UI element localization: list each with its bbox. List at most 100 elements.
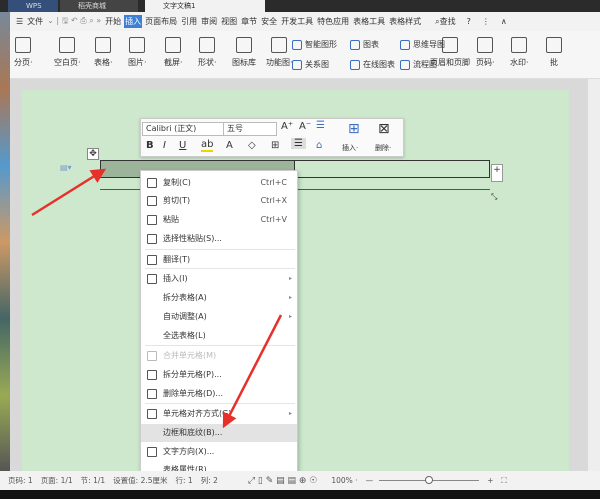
menu-tab-1[interactable]: 插入 <box>124 15 143 28</box>
ribbon-button-1[interactable]: 空白页· <box>54 37 81 68</box>
ribbon-small-button-3[interactable]: 关系图 <box>292 59 329 70</box>
ribbon-button-3[interactable]: 图片· <box>128 37 147 68</box>
ribbon-button-6[interactable]: 图标库 <box>232 37 256 68</box>
ribbon-small-button-1[interactable]: 图表 <box>350 39 379 50</box>
font-select[interactable]: Calibri (正文) <box>142 122 224 136</box>
ribbon-icon <box>292 39 302 50</box>
paste-special-icon <box>147 234 157 244</box>
zoom-select[interactable]: 100% · <box>331 476 357 485</box>
font-color-icon[interactable]: A <box>226 140 233 151</box>
ribbon-button-5[interactable]: 形状· <box>198 37 217 68</box>
ribbon-small-button-0[interactable]: 智能图形 <box>292 39 337 50</box>
delete-table-icon[interactable]: ⊠ <box>378 121 390 137</box>
ribbon-label: 在线图表 <box>363 60 395 69</box>
context-menu-item[interactable]: 复制(C) Ctrl+C <box>141 174 297 192</box>
align-icon[interactable]: ☰ <box>291 138 306 149</box>
line-spacing-icon[interactable]: ☰ <box>316 120 325 131</box>
view-mode-icons[interactable]: ⤢ ▯ ✎ ▤ ▤ ⊕ ☉ <box>248 476 317 486</box>
menu-tab-7[interactable]: 安全 <box>260 15 278 28</box>
menu-item-label: 删除单元格(D)... <box>163 389 224 398</box>
ribbon-small-button-4[interactable]: 在线图表 <box>350 59 395 70</box>
context-menu-item: 合并单元格(M) <box>141 347 297 365</box>
menu-tab-11[interactable]: 表格样式 <box>388 15 422 28</box>
ribbon: 分页· 空白页· 表格· 图片· 截屏· 形状· 图标库 功能图· 页眉和页脚 页码· 水印· 批智能… <box>10 31 600 79</box>
context-menu-item[interactable]: 剪切(T) Ctrl+X <box>141 192 297 210</box>
tab-document[interactable]: 文字文稿1 <box>145 0 265 12</box>
menu-tab-2[interactable]: 页面布局 <box>144 15 178 28</box>
menu-tab-5[interactable]: 视图 <box>220 15 238 28</box>
more-icon[interactable]: ⋮ <box>482 17 490 26</box>
menu-tab-8[interactable]: 开发工具 <box>280 15 314 28</box>
underline-icon[interactable]: U <box>179 140 186 151</box>
vertical-scrollbar[interactable] <box>588 79 600 471</box>
table-move-handle-icon[interactable]: ✥ <box>87 148 99 160</box>
menu-tab-0[interactable]: 开始 <box>104 15 122 28</box>
hamburger-icon[interactable]: ☰ <box>16 17 23 26</box>
ribbon-icon <box>511 37 528 53</box>
shading-icon[interactable]: ◇ <box>248 140 256 151</box>
ribbon-label: 批 <box>550 58 558 67</box>
zoom-in-button[interactable]: + <box>487 476 493 485</box>
context-menu-item[interactable]: 拆分单元格(P)... <box>141 366 297 384</box>
context-menu-item[interactable]: 边框和底纹(B)... <box>141 424 297 442</box>
eraser-icon[interactable]: ⌂ <box>316 140 322 151</box>
menu-item-label: 拆分表格(A) <box>163 293 207 302</box>
ribbon-button-10[interactable]: 水印· <box>510 37 529 68</box>
context-menu-item[interactable]: 单元格对齐方式(G) ▸ <box>141 405 297 423</box>
paragraph-options-icon[interactable]: ▤▾ <box>60 163 72 172</box>
tab-wps[interactable]: WPS <box>8 0 58 12</box>
search-button[interactable]: ⌕查找 <box>435 16 455 27</box>
context-menu-item[interactable]: 插入(I) ▸ <box>141 270 297 288</box>
menu-tab-4[interactable]: 审阅 <box>200 15 218 28</box>
merge-cells-icon <box>147 351 157 361</box>
ribbon-icon <box>292 59 302 70</box>
menu-tab-10[interactable]: 表格工具 <box>352 15 386 28</box>
menu-tab-9[interactable]: 特色应用 <box>316 15 350 28</box>
borders-icon[interactable]: ⊞ <box>271 140 279 151</box>
grow-font-icon[interactable]: A⁺ <box>281 121 293 132</box>
context-menu-item[interactable]: 翻译(T) <box>141 251 297 269</box>
ribbon-label: 截屏· <box>164 58 183 67</box>
ribbon-small-button-2[interactable]: 思维导图 <box>400 39 445 50</box>
context-menu-item[interactable]: 选择性粘贴(S)... <box>141 230 297 248</box>
insert-button[interactable]: 插入· <box>342 143 358 153</box>
zoom-out-button[interactable]: — <box>366 476 374 485</box>
shrink-font-icon[interactable]: A⁻ <box>299 121 311 132</box>
ribbon-button-7[interactable]: 功能图· <box>266 37 293 68</box>
context-menu-item[interactable]: 文字方向(X)... <box>141 443 297 461</box>
font-size-select[interactable]: 五号 <box>223 122 277 136</box>
tab-store[interactable]: 稻壳商城 <box>60 0 138 12</box>
delete-button[interactable]: 删除· <box>375 143 391 153</box>
menu-tab-6[interactable]: 章节 <box>240 15 258 28</box>
italic-icon[interactable]: I <box>163 140 166 151</box>
ribbon-label: 形状· <box>198 58 217 67</box>
bold-icon[interactable]: B <box>146 140 154 151</box>
table-resize-handle-icon[interactable]: ⤡ <box>491 192 497 202</box>
cell-align-icon <box>147 409 157 419</box>
highlight-icon[interactable]: ab <box>201 140 214 152</box>
ribbon-small-button-5[interactable]: 流程图 <box>400 59 437 70</box>
file-menu[interactable]: 文件 <box>26 15 44 28</box>
context-menu-item[interactable]: 删除单元格(D)... <box>141 385 297 403</box>
menu-tab-3[interactable]: 引用 <box>180 15 198 28</box>
context-menu-item[interactable]: 自动调整(A) ▸ <box>141 308 297 326</box>
ribbon-button-9[interactable]: 页码· <box>476 37 495 68</box>
zoom-slider[interactable] <box>379 476 480 484</box>
split-cells-icon <box>147 370 157 380</box>
ribbon-button-4[interactable]: 截屏· <box>164 37 183 68</box>
ribbon-label: 水印· <box>510 58 529 67</box>
context-menu-item[interactable]: 粘贴 Ctrl+V <box>141 211 297 229</box>
submenu-arrow-icon: ▸ <box>288 294 292 301</box>
ribbon-icon <box>129 37 146 53</box>
translate-icon <box>147 255 157 265</box>
insert-table-icon[interactable]: ⊞ <box>348 121 360 137</box>
ribbon-button-2[interactable]: 表格· <box>94 37 113 68</box>
add-column-button[interactable]: + <box>491 164 503 182</box>
ribbon-button-0[interactable]: 分页· <box>14 37 33 68</box>
context-menu-item[interactable]: 拆分表格(A) ▸ <box>141 289 297 307</box>
context-menu-item[interactable]: 全选表格(L) <box>141 327 297 345</box>
help-icon[interactable]: ? <box>467 17 471 26</box>
ribbon-button-11[interactable]: 批 <box>546 37 562 68</box>
collapse-ribbon-icon[interactable]: ∧ <box>501 17 507 26</box>
fullscreen-icon[interactable]: ⛶ <box>501 476 506 486</box>
